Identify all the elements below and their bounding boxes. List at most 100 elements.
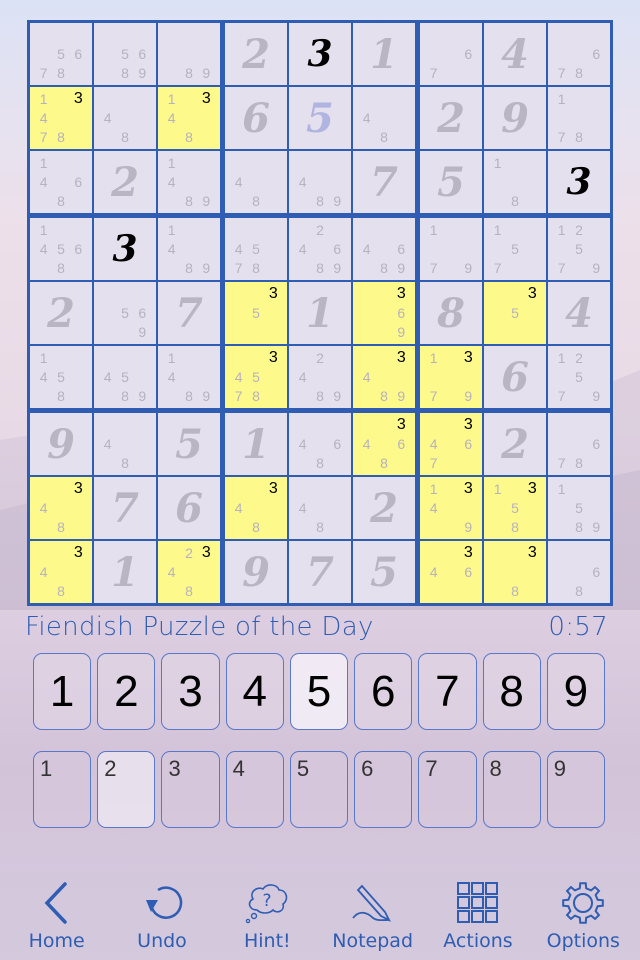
grid-cell[interactable]: 48 <box>225 151 287 213</box>
grid-cell[interactable]: 3 <box>289 23 351 85</box>
options-button[interactable]: Options <box>533 880 633 952</box>
grid-cell[interactable]: 9 <box>484 87 546 149</box>
pencil-key-8[interactable]: 8 <box>482 751 541 828</box>
undo-button[interactable]: Undo <box>112 880 212 952</box>
grid-cell[interactable]: 1 35 8 <box>484 477 546 539</box>
grid-cell[interactable]: 7 <box>353 151 415 213</box>
grid-cell[interactable]: 7 <box>94 477 156 539</box>
grid-cell[interactable]: 7 <box>289 541 351 603</box>
grid-cell[interactable]: 4 689 <box>353 218 415 280</box>
grid-cell[interactable]: 6 78 <box>548 413 610 475</box>
grid-cell[interactable]: 1589 <box>548 477 610 539</box>
actions-button[interactable]: Actions <box>428 880 528 952</box>
grid-cell[interactable]: 67 <box>420 23 482 85</box>
grid-cell[interactable]: 3 4 68 <box>353 413 415 475</box>
grid-cell[interactable]: 3 4578 <box>225 346 287 408</box>
number-key-5[interactable]: 5 <box>289 653 349 730</box>
grid-cell[interactable]: 5689 <box>94 23 156 85</box>
grid-cell[interactable]: 7 <box>158 282 220 344</box>
grid-cell[interactable]: 3 <box>548 151 610 213</box>
grid-cell[interactable]: 3 4 6 <box>420 541 482 603</box>
number-key-9[interactable]: 9 <box>546 653 605 730</box>
pencil-key-5[interactable]: 5 <box>289 751 349 828</box>
grid-cell[interactable]: 2 <box>94 151 156 213</box>
grid-cell[interactable]: 48 <box>353 87 415 149</box>
grid-cell[interactable]: 1 <box>94 541 156 603</box>
grid-cell[interactable]: 2489 <box>289 346 351 408</box>
grid-cell[interactable]: 1489 <box>158 151 220 213</box>
grid-cell[interactable]: 2 <box>30 282 92 344</box>
grid-cell[interactable]: 48 <box>289 477 351 539</box>
pencil-key-6[interactable]: 6 <box>354 751 413 828</box>
number-key-6[interactable]: 6 <box>354 653 413 730</box>
grid-cell[interactable]: 489 <box>289 151 351 213</box>
grid-cell[interactable]: 89 <box>158 23 220 85</box>
number-key-4[interactable]: 4 <box>225 653 284 730</box>
grid-cell[interactable]: 4 68 <box>289 413 351 475</box>
grid-cell[interactable]: 68 <box>548 541 610 603</box>
grid-cell[interactable]: 1 <box>225 413 287 475</box>
grid-cell[interactable]: 1489 <box>158 346 220 408</box>
grid-cell[interactable]: 1 7 9 <box>420 218 482 280</box>
number-key-8[interactable]: 8 <box>482 653 541 730</box>
grid-cell[interactable]: 2 <box>353 477 415 539</box>
grid-cell[interactable]: 5 <box>289 87 351 149</box>
home-button[interactable]: Home <box>7 880 107 952</box>
grid-cell[interactable]: 3 48 <box>30 541 92 603</box>
grid-cell[interactable]: 1 3 4 9 <box>420 477 482 539</box>
number-key-1[interactable]: 1 <box>33 653 92 730</box>
grid-cell[interactable]: 2 <box>225 23 287 85</box>
grid-cell[interactable]: 56 9 <box>94 282 156 344</box>
pencil-key-2[interactable]: 2 <box>97 751 156 828</box>
grid-cell[interactable]: 38 <box>484 541 546 603</box>
grid-cell[interactable]: 1257 9 <box>548 346 610 408</box>
grid-cell[interactable]: 4 <box>548 282 610 344</box>
grid-cell[interactable]: 3 4 6 7 <box>420 413 482 475</box>
grid-cell[interactable]: 18 <box>484 151 546 213</box>
pencil-key-1[interactable]: 1 <box>33 751 92 828</box>
grid-cell[interactable]: 2 <box>420 87 482 149</box>
grid-cell[interactable]: 1489 <box>158 218 220 280</box>
number-key-2[interactable]: 2 <box>97 653 156 730</box>
grid-cell[interactable]: 3 489 <box>353 346 415 408</box>
grid-cell[interactable]: 3 48 <box>225 477 287 539</box>
grid-cell[interactable]: 5 <box>420 151 482 213</box>
pencil-key-3[interactable]: 3 <box>161 751 220 828</box>
notepad-button[interactable]: Notepad <box>323 880 423 952</box>
grid-cell[interactable]: 48 <box>94 413 156 475</box>
grid-cell[interactable]: 1257 9 <box>548 218 610 280</box>
pencil-key-4[interactable]: 4 <box>225 751 284 828</box>
grid-cell[interactable]: 5 <box>353 541 415 603</box>
grid-cell[interactable]: 14 68 <box>30 151 92 213</box>
number-key-3[interactable]: 3 <box>161 653 220 730</box>
grid-cell[interactable]: 4578 <box>225 218 287 280</box>
grid-cell[interactable]: 36 9 <box>353 282 415 344</box>
grid-cell[interactable]: 145 8 <box>30 346 92 408</box>
grid-cell[interactable]: 6 78 <box>548 23 610 85</box>
pencil-key-7[interactable]: 7 <box>418 751 477 828</box>
grid-cell[interactable]: 35 <box>484 282 546 344</box>
grid-cell[interactable]: 1 3 48 <box>158 87 220 149</box>
grid-cell[interactable]: 6 <box>158 477 220 539</box>
grid-cell[interactable]: 5 <box>158 413 220 475</box>
grid-cell[interactable]: 6 <box>484 346 546 408</box>
grid-cell[interactable]: 2 <box>484 413 546 475</box>
grid-cell[interactable]: 35 <box>225 282 287 344</box>
grid-cell[interactable]: 45 89 <box>94 346 156 408</box>
grid-cell[interactable]: 14568 <box>30 218 92 280</box>
grid-cell[interactable]: 8 <box>420 282 482 344</box>
grid-cell[interactable]: 157 <box>484 218 546 280</box>
grid-cell[interactable]: 48 <box>94 87 156 149</box>
grid-cell[interactable]: 4 <box>484 23 546 85</box>
grid-cell[interactable]: 1 <box>353 23 415 85</box>
hint-button[interactable]: ? Hint! <box>217 880 317 952</box>
grid-cell[interactable]: 24 689 <box>289 218 351 280</box>
grid-cell[interactable]: 3 <box>94 218 156 280</box>
number-key-7[interactable]: 7 <box>418 653 477 730</box>
grid-cell[interactable]: 6 <box>225 87 287 149</box>
grid-cell[interactable]: 56 78 <box>30 23 92 85</box>
pencil-key-9[interactable]: 9 <box>546 751 605 828</box>
grid-cell[interactable]: 3 48 <box>30 477 92 539</box>
grid-cell[interactable]: 1 3 7 9 <box>420 346 482 408</box>
grid-cell[interactable]: 1 <box>289 282 351 344</box>
